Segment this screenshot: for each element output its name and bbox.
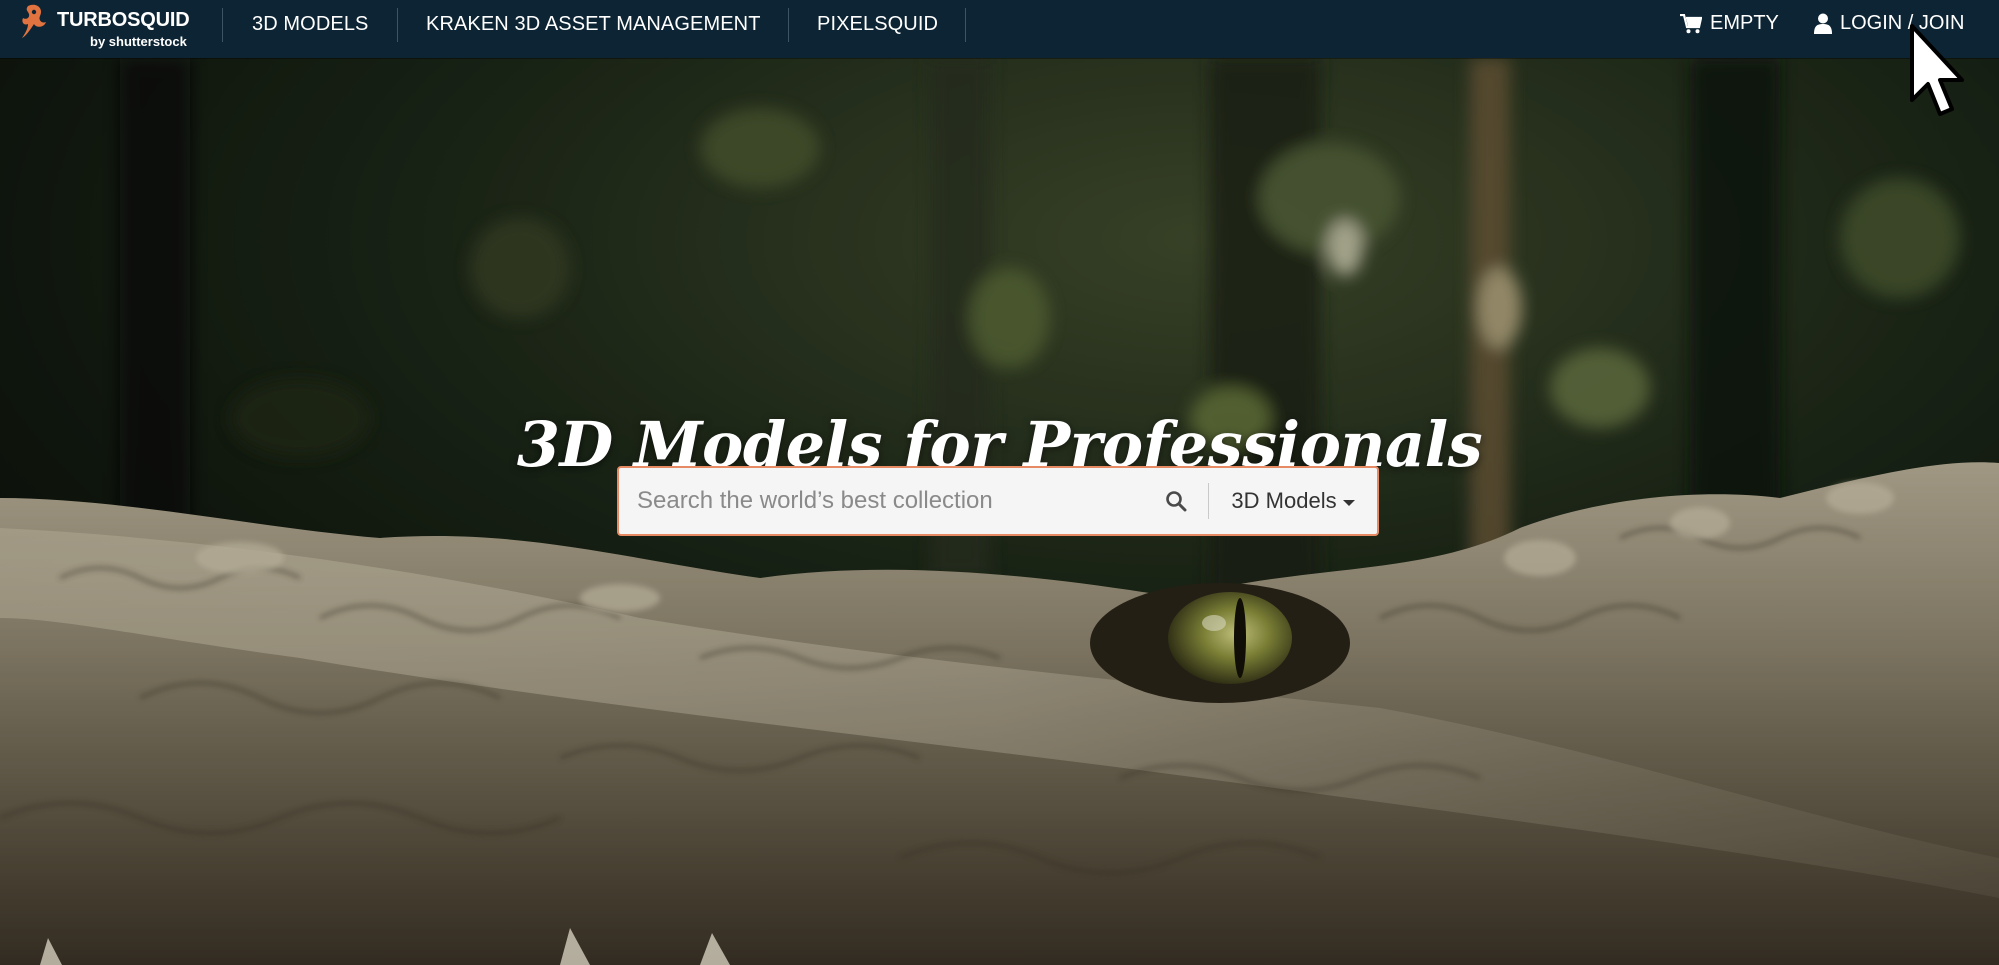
brand-name: TURBOSQUID — [57, 9, 190, 31]
nav-link-3d-models[interactable]: 3D MODELS — [252, 13, 369, 36]
brand-byline: by shutterstock — [90, 34, 187, 49]
search-icon — [1166, 491, 1187, 512]
nav-divider — [397, 8, 398, 42]
squid-logo-icon — [22, 4, 46, 39]
turbosquid-logo[interactable]: TURBOSQUID by shutterstock — [20, 2, 190, 54]
caret-down-icon — [1342, 499, 1355, 506]
search-input[interactable] — [619, 468, 1154, 534]
nav-divider — [222, 8, 223, 42]
search-scope-dropdown[interactable]: 3D Models — [1209, 488, 1377, 514]
search-button[interactable] — [1154, 479, 1198, 523]
nav-link-kraken[interactable]: KRAKEN 3D ASSET MANAGEMENT — [426, 13, 761, 36]
cart-button[interactable]: EMPTY — [1680, 12, 1779, 35]
search-scope-label: 3D Models — [1231, 488, 1337, 513]
nav-divider — [788, 8, 789, 42]
nav-divider — [965, 8, 966, 42]
shopping-cart-icon — [1680, 13, 1702, 33]
mouse-pointer-icon — [1910, 24, 1964, 116]
nav-link-pixelsquid[interactable]: PIXELSQUID — [817, 13, 938, 36]
top-navigation-bar: TURBOSQUID by shutterstock 3D MODELS KRA… — [0, 0, 1999, 58]
cart-label: EMPTY — [1710, 12, 1779, 34]
user-icon — [1814, 13, 1832, 34]
search-bar: 3D Models — [617, 466, 1379, 536]
